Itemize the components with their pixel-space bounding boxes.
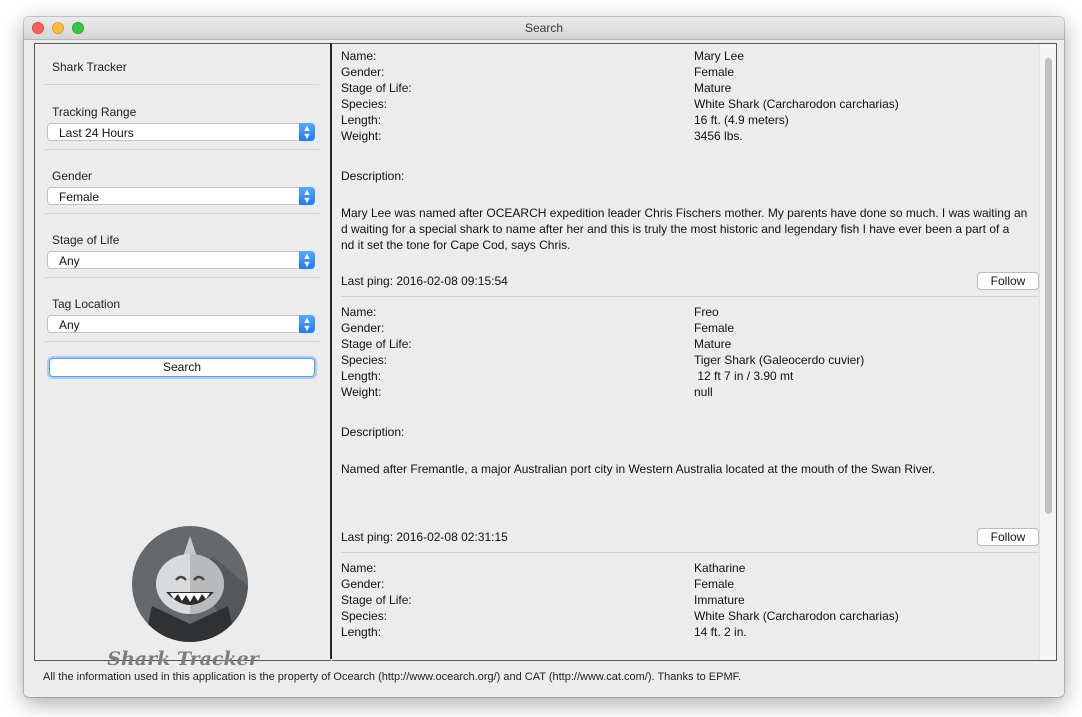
filter-sidebar: Shark Tracker Tracking Range Last 24 Hou… [34,43,331,670]
field-label: Gender: [341,577,385,591]
shark-gender: Female [694,577,735,591]
search-button[interactable]: Search [49,358,315,377]
shark-description: Mary Lee was named after OCEARCH expedit… [341,205,1041,253]
card-separator [341,296,1041,297]
field-row: Species: Tiger Shark (Galeocerdo cuvier) [341,353,1036,369]
field-label: Species: [341,609,388,623]
follow-button[interactable]: Follow [977,528,1039,546]
title-bar: Search [24,17,1064,40]
shark-description: Named after Fremantle, a major Australia… [341,461,1041,477]
description-label: Description: [341,425,405,439]
shark-name: Mary Lee [694,49,745,63]
results-pane[interactable]: Name: Mary Lee Gender: Female Stage of L… [332,43,1057,661]
description-line: Mary Lee was named after OCEARCH expedit… [341,206,1028,220]
gender-label: Gender [52,169,93,183]
select-arrows-icon: ▲ ▼ [299,251,315,269]
field-row: Stage of Life: Immature [341,593,1036,609]
field-row: Name: Mary Lee [341,49,1036,65]
shark-name: Freo [694,305,719,319]
tracking-range-label: Tracking Range [52,105,137,119]
shark-logo-icon [132,526,248,642]
tag-location-value: Any [59,318,80,332]
gender-select[interactable]: Female ▲ ▼ [47,187,315,205]
field-label: Weight: [341,385,382,399]
card-separator [341,552,1041,553]
field-row: Gender: Female [341,321,1036,337]
field-row: Weight: 3456 lbs. [341,129,1036,145]
footer-credits: All the information used in this applica… [43,671,742,683]
field-label: Stage of Life: [341,81,412,95]
shark-gender: Female [694,321,735,335]
field-row: Gender: Female [341,65,1036,81]
description-label: Description: [341,169,405,183]
field-label: Name: [341,49,377,63]
sidebar-separator [45,277,319,278]
field-row: Length: 12 ft 7 in / 3.90 mt [341,369,1036,385]
field-label: Length: [341,113,382,127]
window-title: Search [524,21,564,35]
stage-of-life-value: Any [59,254,80,268]
field-row: Name: Katharine [341,561,1036,577]
app-name-label: Shark Tracker [52,60,127,74]
tracking-range-value: Last 24 Hours [59,126,134,140]
shark-stage: Mature [694,337,732,351]
logo-text: Shark Tracker [107,648,259,670]
field-row: Weight: null [341,385,1036,401]
shark-species: White Shark (Carcharodon carcharias) [694,97,899,111]
tag-location-label: Tag Location [52,297,121,311]
select-arrows-icon: ▲ ▼ [299,315,315,333]
field-label: Length: [341,625,382,639]
shark-stage: Mature [694,81,732,95]
field-row: Name: Freo [341,305,1036,321]
description-line: d waiting for a special shark to name af… [341,222,1010,236]
stage-of-life-label: Stage of Life [52,233,120,247]
field-label: Species: [341,97,388,111]
shark-stage: Immature [694,593,745,607]
shark-weight: null [694,385,713,399]
shark-length: 16 ft. (4.9 meters) [694,113,789,127]
field-label: Gender: [341,321,385,335]
description-line: Named after Fremantle, a major Australia… [341,462,936,476]
shark-weight: 3456 lbs. [694,129,743,143]
field-label: Weight: [341,129,382,143]
field-row: Length: 16 ft. (4.9 meters) [341,113,1036,129]
field-label: Name: [341,305,377,319]
follow-button[interactable]: Follow [977,272,1039,290]
description-line: nd it set the tone for Cape Cod, says Ch… [341,238,571,252]
tag-location-select[interactable]: Any ▲ ▼ [47,315,315,333]
field-row: Gender: Female [341,577,1036,593]
shark-length: 12 ft 7 in / 3.90 mt [694,369,794,383]
stage-of-life-select[interactable]: Any ▲ ▼ [47,251,315,269]
field-label: Gender: [341,65,385,79]
app-window: Search Shark Tracker Tracking Range Last… [24,17,1064,697]
tracking-range-select[interactable]: Last 24 Hours ▲ ▼ [47,123,315,141]
field-row: Length: 14 ft. 2 in. [341,625,1036,641]
gender-value: Female [59,190,100,204]
field-label: Stage of Life: [341,593,412,607]
vertical-scrollbar[interactable] [1039,44,1056,660]
select-arrows-icon: ▲ ▼ [299,187,315,205]
field-row: Species: White Shark (Carcharodon carcha… [341,97,1036,113]
shark-length: 14 ft. 2 in. [694,625,747,639]
shark-species: White Shark (Carcharodon carcharias) [694,609,899,623]
last-ping: Last ping: 2016-02-08 09:15:54 [341,274,508,288]
field-label: Length: [341,369,382,383]
field-row: Stage of Life: Mature [341,337,1036,353]
field-label: Species: [341,353,388,367]
field-row: Species: White Shark (Carcharodon carcha… [341,609,1036,625]
sidebar-separator [45,213,319,214]
shark-gender: Female [694,65,735,79]
scrollbar-thumb[interactable] [1045,58,1052,514]
field-label: Stage of Life: [341,337,412,351]
sidebar-separator [45,84,319,85]
last-ping: Last ping: 2016-02-08 02:31:15 [341,530,508,544]
shark-species: Tiger Shark (Galeocerdo cuvier) [694,353,865,367]
shark-name: Katharine [694,561,746,575]
field-label: Name: [341,561,377,575]
select-arrows-icon: ▲ ▼ [299,123,315,141]
field-row: Stage of Life: Mature [341,81,1036,97]
sidebar-separator [45,341,319,342]
sidebar-separator [45,149,319,150]
